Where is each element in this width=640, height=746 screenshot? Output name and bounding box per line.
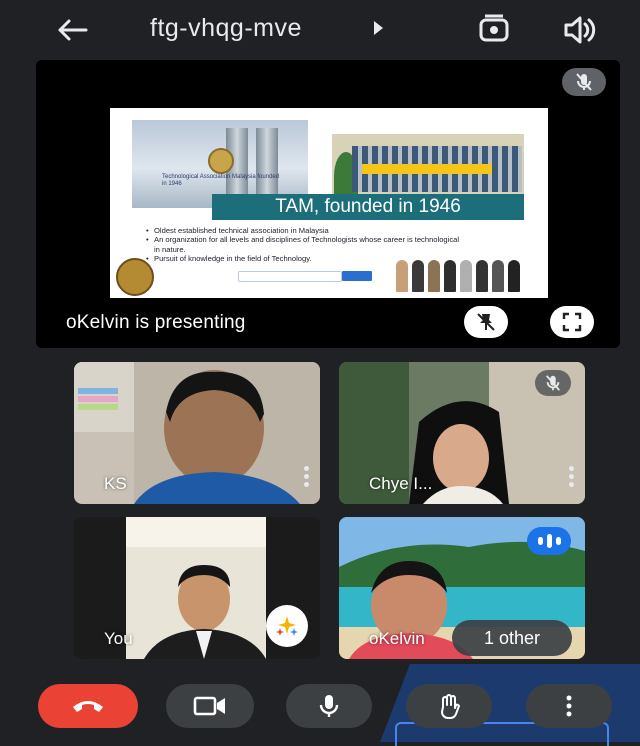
- participant-name: KS: [104, 474, 127, 493]
- fullscreen-button[interactable]: [550, 306, 594, 338]
- top-bar: ftg-vhqg-mve: [0, 0, 640, 58]
- slide-banner: TAM, founded in 1946: [212, 194, 524, 220]
- participant-tile-you[interactable]: You: [74, 517, 320, 659]
- people-image: [394, 254, 522, 292]
- org-name: Technological Association Malaysia found…: [162, 174, 280, 188]
- effects-button[interactable]: [266, 605, 308, 647]
- presenter-label: oKelvin is presenting: [66, 312, 246, 333]
- participant-name: oKelvin: [369, 629, 425, 648]
- more-vert-icon[interactable]: [304, 466, 310, 488]
- raise-hand-icon: [441, 694, 460, 719]
- mic-off-icon: [562, 68, 606, 96]
- camera-button[interactable]: [166, 684, 254, 728]
- microphone-icon: [319, 695, 339, 717]
- video-camera-icon: [193, 696, 225, 716]
- end-call-button[interactable]: [38, 684, 138, 728]
- person-figure: [460, 260, 472, 292]
- participant-tile-ks[interactable]: KS: [74, 362, 320, 504]
- person-figure: [492, 260, 504, 292]
- others-count-button[interactable]: 1 other: [452, 620, 572, 656]
- fullscreen-icon: [562, 312, 582, 332]
- more-vert-icon[interactable]: [569, 466, 575, 488]
- meeting-code[interactable]: ftg-vhqg-mve: [150, 14, 302, 43]
- person-figure: [444, 260, 456, 292]
- mic-off-icon: [535, 370, 571, 396]
- org-logo: [208, 148, 234, 174]
- speaking-indicator-icon: [527, 527, 571, 555]
- slide-bullet: Oldest established technical association…: [146, 226, 466, 236]
- participant-tile-chye[interactable]: Chye I...: [339, 362, 585, 504]
- arrow-left-icon[interactable]: [52, 12, 92, 48]
- more-options-button[interactable]: [526, 684, 612, 728]
- person-figure: [508, 260, 520, 292]
- raise-hand-button[interactable]: [406, 684, 492, 728]
- participant-name: Chye I...: [369, 474, 433, 493]
- slide-search-bar: [238, 271, 342, 282]
- person-figure: [476, 260, 488, 292]
- camera-switch-icon[interactable]: [474, 12, 514, 48]
- unpin-button[interactable]: [464, 306, 508, 338]
- participant-name: You: [104, 629, 133, 648]
- more-vert-icon: [566, 695, 572, 717]
- slide-search-button: [342, 271, 372, 281]
- sparkle-icon: [276, 616, 298, 636]
- presentation-stage[interactable]: Technological Association Malaysia found…: [36, 60, 620, 348]
- shared-slide: Technological Association Malaysia found…: [110, 108, 548, 298]
- speaker-icon[interactable]: [560, 12, 600, 48]
- tam-seal: [116, 258, 154, 296]
- caret-right-icon[interactable]: [372, 20, 384, 41]
- slide-bullet: An organization for all levels and disci…: [146, 235, 466, 254]
- building-image: [332, 134, 524, 200]
- person-figure: [412, 260, 424, 292]
- person-figure: [428, 260, 440, 292]
- building-sign: [362, 164, 492, 174]
- pin-off-icon: [477, 313, 495, 331]
- phone-hangup-icon: [73, 701, 103, 712]
- person-figure: [396, 260, 408, 292]
- microphone-button[interactable]: [286, 684, 372, 728]
